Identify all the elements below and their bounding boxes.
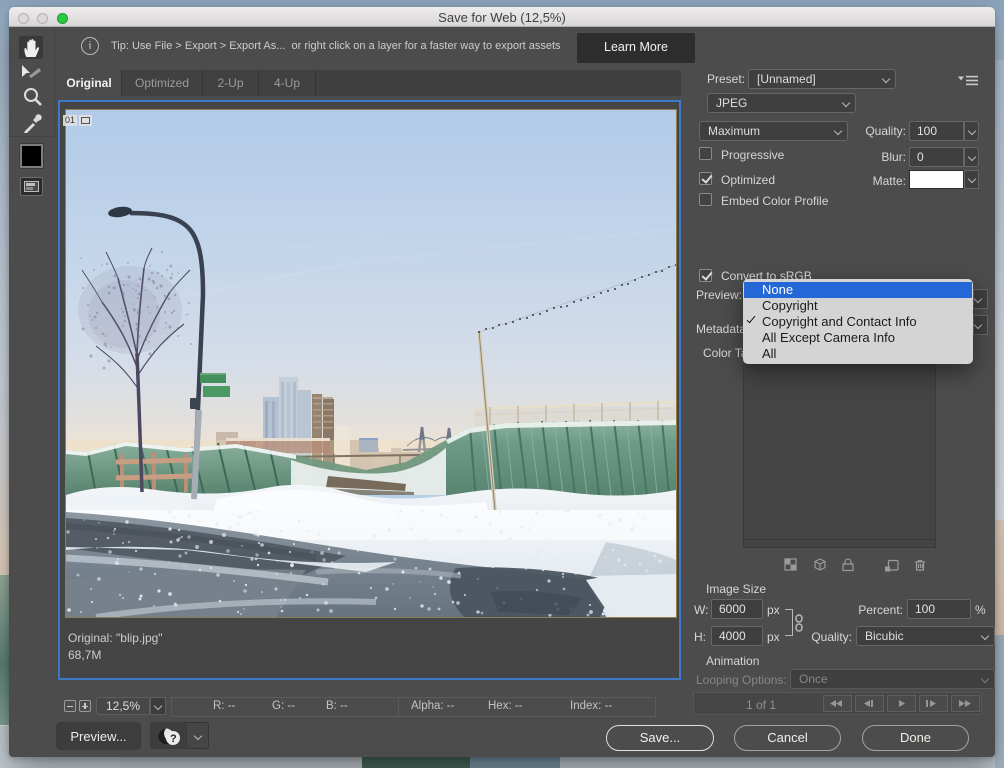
svg-text:?: ? xyxy=(170,733,177,745)
